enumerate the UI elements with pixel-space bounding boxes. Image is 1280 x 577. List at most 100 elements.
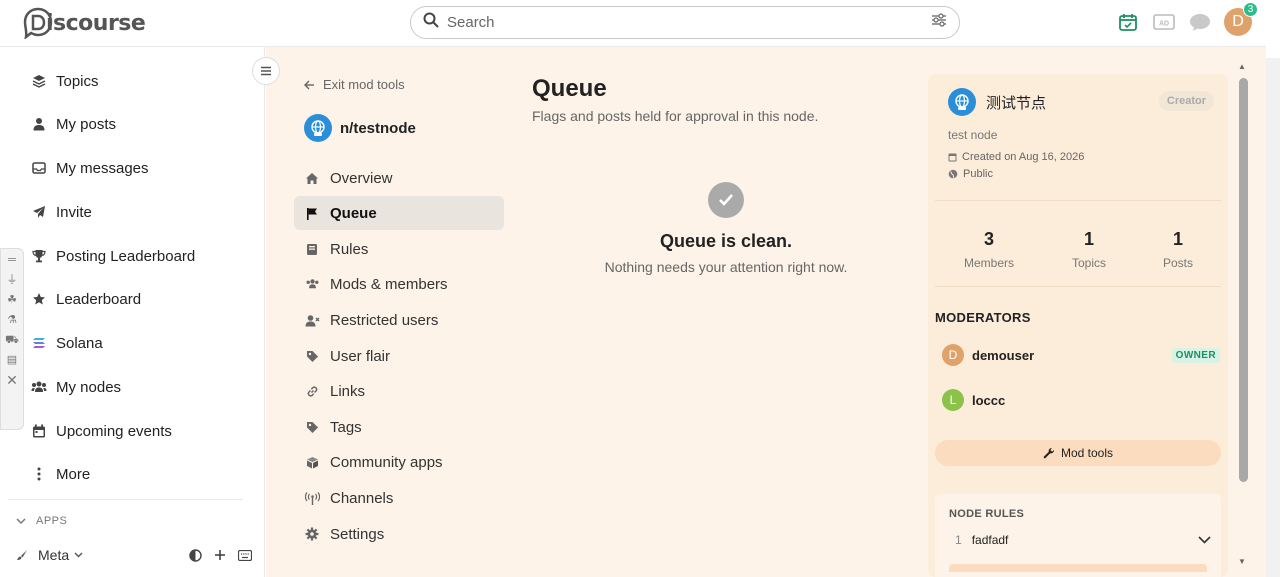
- drag-handle-icon[interactable]: ═: [8, 253, 16, 267]
- card-divider: [935, 286, 1221, 287]
- tab-label: Community apps: [330, 453, 443, 471]
- moderators-heading: MODERATORS: [935, 310, 1031, 325]
- stat-label: Posts: [1162, 256, 1193, 270]
- stat-value: 1: [1172, 229, 1183, 249]
- empty-state-text: Nothing needs your attention right now.: [604, 259, 848, 275]
- rule-item[interactable]: 1 fadfadf: [955, 533, 1211, 547]
- scroll-down-icon[interactable]: ▼: [1238, 557, 1246, 566]
- stat-members: 3 Members: [939, 229, 1039, 270]
- ad-icon[interactable]: AD: [1152, 10, 1176, 34]
- tab-settings[interactable]: Settings: [294, 517, 504, 551]
- stat-posts: 1 Posts: [1128, 229, 1228, 270]
- flask-icon[interactable]: ⚗: [7, 313, 17, 327]
- sidebar-item-label: Posting Leaderboard: [56, 247, 196, 265]
- page-scrollbar[interactable]: [1266, 58, 1280, 577]
- sidebar-footer: Meta: [16, 547, 256, 563]
- apps-section-header[interactable]: APPS: [16, 515, 67, 527]
- sidebar-item-topics[interactable]: Topics: [30, 67, 99, 95]
- tab-overview[interactable]: Overview: [294, 161, 504, 195]
- site-logo[interactable]: iscourse: [22, 7, 146, 41]
- chevron-down-icon: [16, 517, 26, 524]
- star-icon: [30, 290, 48, 308]
- moderator-item[interactable]: L loccc: [942, 389, 1005, 411]
- node-header[interactable]: n/testnode: [304, 114, 416, 142]
- search-icon: [423, 12, 439, 33]
- sidebar-item-label: More: [56, 465, 91, 483]
- chat-icon[interactable]: [1188, 10, 1212, 34]
- sidebar-item-solana[interactable]: Solana: [30, 329, 103, 357]
- logo-text: iscourse: [46, 10, 146, 36]
- mod-tools-label: Mod tools: [1060, 446, 1114, 460]
- tag-icon: [304, 419, 320, 435]
- stat-label: Topics: [1071, 256, 1106, 270]
- moderator-item[interactable]: D demouser: [942, 344, 1034, 366]
- tab-label: Links: [330, 382, 366, 400]
- sidebar-item-my-nodes[interactable]: My nodes: [30, 373, 121, 401]
- truck-icon[interactable]: ⛟: [5, 333, 19, 347]
- user-xmark-icon: [304, 312, 320, 328]
- tab-links[interactable]: Links: [294, 374, 504, 408]
- moderator-name: loccc: [972, 392, 1006, 408]
- calendar-check-icon[interactable]: [1116, 10, 1140, 34]
- sidebar: Topics My posts My messages Invite Posti…: [0, 47, 280, 577]
- keyboard-icon[interactable]: [238, 549, 252, 561]
- avatar-letter: D: [1232, 13, 1244, 30]
- sidebar-item-upcoming-events[interactable]: Upcoming events: [30, 417, 172, 445]
- avatar: L: [942, 389, 964, 411]
- tab-rules[interactable]: Rules: [294, 232, 504, 266]
- sidebar-item-invite[interactable]: Invite: [30, 198, 92, 226]
- tab-mods-members[interactable]: Mods & members: [294, 267, 504, 301]
- sidebar-item-leaderboard[interactable]: Leaderboard: [30, 285, 141, 313]
- node-rules-heading: NODE RULES: [949, 508, 1025, 520]
- theme-toggle-icon[interactable]: [189, 548, 202, 562]
- sidebar-item-my-posts[interactable]: My posts: [30, 110, 116, 138]
- stat-value: 3: [983, 229, 994, 249]
- search-bar[interactable]: Search: [410, 6, 960, 39]
- terminal-icon[interactable]: ▤: [7, 353, 17, 367]
- tab-label: Channels: [330, 489, 394, 507]
- tab-channels[interactable]: Channels: [294, 481, 504, 515]
- tab-label: Queue: [330, 204, 377, 222]
- flag-icon: [304, 205, 320, 221]
- gear-icon: [304, 526, 320, 542]
- page-title: Queue: [532, 75, 607, 102]
- group-icon[interactable]: ☘: [7, 293, 17, 307]
- search-filter-icon[interactable]: [931, 13, 947, 32]
- user-avatar[interactable]: D 3: [1224, 2, 1258, 36]
- home-icon: [304, 170, 320, 186]
- tab-restricted-users[interactable]: Restricted users: [294, 303, 504, 337]
- sidebar-toggle-button[interactable]: [252, 57, 280, 85]
- sidebar-item-my-messages[interactable]: My messages: [30, 154, 149, 182]
- exit-label: Exit mod tools: [323, 77, 405, 92]
- meta-selector[interactable]: Meta: [38, 547, 69, 563]
- discourse-logo-icon: [22, 7, 53, 41]
- book-icon: [304, 241, 320, 257]
- sidebar-item-more[interactable]: More: [30, 460, 90, 488]
- content-scrollbar-thumb[interactable]: [1239, 78, 1248, 482]
- tab-tags[interactable]: Tags: [294, 410, 504, 444]
- tab-queue[interactable]: Queue: [294, 196, 504, 230]
- calendar-icon: [30, 422, 48, 440]
- mod-tools-button[interactable]: Mod tools: [935, 440, 1221, 466]
- trophy-icon: [30, 247, 48, 265]
- plug-icon[interactable]: ⏚: [7, 273, 18, 287]
- users-icon: [304, 276, 320, 292]
- close-icon[interactable]: ✕: [6, 373, 18, 387]
- node-card-header[interactable]: 测试节点: [948, 88, 1046, 116]
- scroll-up-icon[interactable]: ▲: [1238, 62, 1246, 71]
- tab-label: Mods & members: [330, 275, 448, 293]
- sidebar-item-posting-leaderboard[interactable]: Posting Leaderboard: [30, 242, 195, 270]
- plus-icon[interactable]: [214, 549, 226, 561]
- node-info-card: 测试节点 Creator test node Created on Aug 16…: [928, 74, 1228, 577]
- tab-community-apps[interactable]: Community apps: [294, 445, 504, 479]
- cube-icon: [304, 454, 320, 470]
- globe-node-icon: [304, 114, 332, 142]
- exit-mod-tools-link[interactable]: Exit mod tools: [304, 77, 405, 92]
- stat-topics: 1 Topics: [1039, 229, 1139, 270]
- tab-label: User flair: [330, 347, 391, 365]
- apps-label: APPS: [36, 515, 68, 527]
- users-icon: [30, 378, 48, 396]
- search-placeholder: Search: [447, 14, 495, 31]
- floating-tool-strip: ═ ⏚ ☘ ⚗ ⛟ ▤ ✕: [0, 248, 24, 430]
- tab-user-flair[interactable]: User flair: [294, 339, 504, 373]
